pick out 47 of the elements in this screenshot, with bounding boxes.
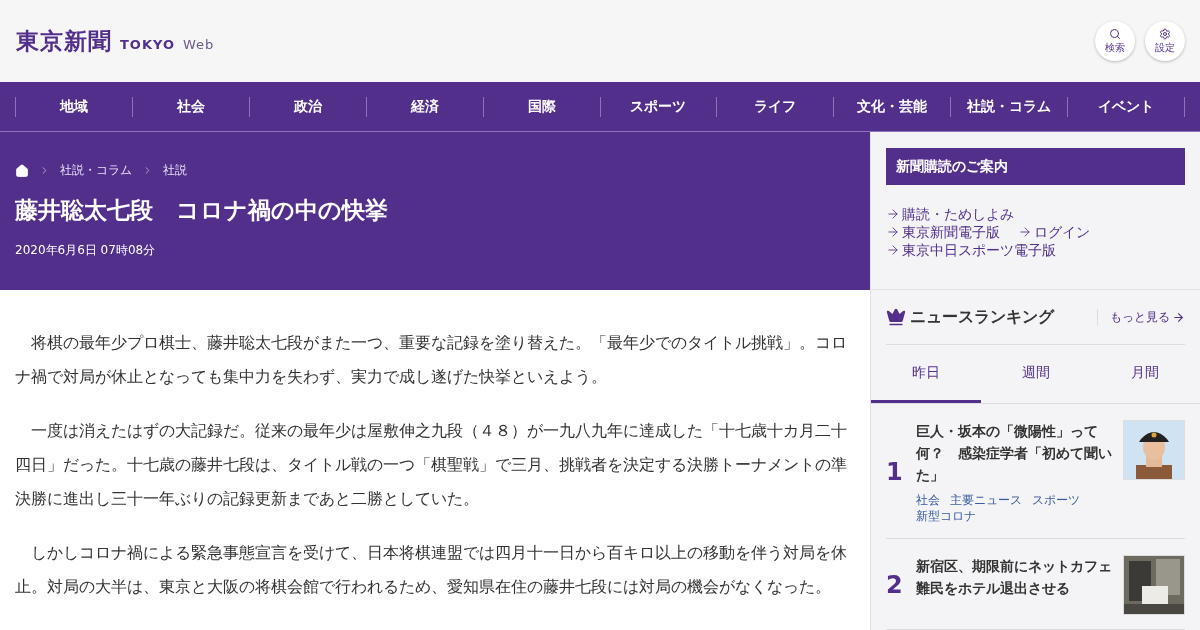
breadcrumb-link[interactable]: 社説・コラム (60, 162, 132, 179)
arrow-icon (886, 225, 900, 239)
rank-number: 1 (886, 458, 904, 486)
settings-button[interactable]: 設定 (1145, 21, 1185, 62)
subscription-link[interactable]: 購読・ためしよみ (886, 205, 1014, 223)
nav-link[interactable]: 地域 (15, 96, 132, 117)
article-title: 藤井聡太七段 コロナ禍の中の快挙 (15, 196, 389, 225)
ranking-headline[interactable]: 新宿区、期限前にネットカフェ難民をホテル退出させる (916, 555, 1115, 599)
arrow-icon (886, 207, 900, 221)
nav-link[interactable]: スポーツ (599, 96, 717, 117)
ranking-title: ニュースランキング (910, 306, 1054, 328)
article-date: 2020年6月6日 07時08分 (15, 242, 157, 259)
ranking-headline[interactable]: 巨人・坂本の「微陽性」って何？ 感染症学者「初めて聞いた」 (916, 420, 1115, 486)
nav-link[interactable]: 社説・コラム (950, 96, 1068, 117)
article-paragraph: 一度は消えたはずの大記録だ。従来の最年少は屋敷伸之九段（４８）が一九八九年に達成した「十七歳十カ月二十四日」だった。十七歳の藤井七段は、タイトル戦の一つ「棋聖戦」で三月、挑戦者を決定する決勝トーナメントの準決勝に進出し三十一年ぶりの記録更新まであと二勝としていた。 (15, 420, 848, 510)
search-icon (1109, 27, 1121, 40)
article-paragraph: 将棋の最年少プロ棋士、藤井聡太七段がまた一つ、重要な記録を塗り替えた。「最年少でのタイトル挑戦」。コロナ禍で対局が休止となっても集中力を失わず、実力で成し遂げた快挙といえよう。 (15, 332, 848, 388)
home-icon[interactable] (15, 163, 29, 178)
subscription-link[interactable]: 東京新聞電子版 (886, 223, 1000, 241)
nav-link[interactable]: 文化・芸能 (833, 96, 951, 117)
subscription-link[interactable]: 東京中日スポーツ電子版 (886, 241, 1056, 259)
tag-link[interactable]: 新型コロナ (916, 508, 976, 524)
tag-link[interactable]: スポーツ (1032, 492, 1080, 508)
section-heading: 新聞購読のご案内 (886, 148, 1185, 185)
ranking-tab[interactable]: 月間 (1090, 345, 1200, 403)
tag-link[interactable]: 主要ニュース (950, 492, 1022, 508)
arrow-icon (1172, 310, 1185, 324)
nav-link[interactable]: 社会 (131, 96, 249, 117)
nav-link[interactable]: 国際 (482, 96, 600, 117)
article-paragraph: しかしコロナ禍による緊急事態宣言を受けて、日本将棋連盟では四月十一日から百キロ以上の移動を伴う対局を休止。対局の大半は、東京と大阪の将棋会館で行われるため、愛知県在住の藤井七段には対局の機会がなくなった。 (15, 542, 848, 598)
more-link[interactable]: もっと見る (1097, 308, 1185, 326)
ranking-tab[interactable]: 昨日 (871, 345, 981, 403)
tag-link[interactable]: 社会 (916, 492, 940, 508)
nav-link[interactable]: 経済 (365, 96, 483, 117)
logo-subtitle: TOKYO (120, 36, 175, 52)
rank-number: 2 (886, 571, 904, 599)
subscription-link[interactable]: ログイン (1018, 223, 1090, 241)
nav-link[interactable]: 政治 (248, 96, 366, 117)
nav-link[interactable]: ライフ (716, 96, 834, 117)
search-button[interactable]: 検索 (1095, 21, 1135, 62)
arrow-icon (886, 243, 900, 257)
crown-icon (886, 307, 906, 327)
settings-icon (1159, 27, 1171, 40)
breadcrumb-link[interactable]: 社説 (163, 162, 187, 179)
logo-subtitle: Web (183, 36, 215, 52)
logo[interactable]: 東京新聞 (16, 25, 112, 57)
ranking-tab[interactable]: 週間 (980, 345, 1091, 403)
